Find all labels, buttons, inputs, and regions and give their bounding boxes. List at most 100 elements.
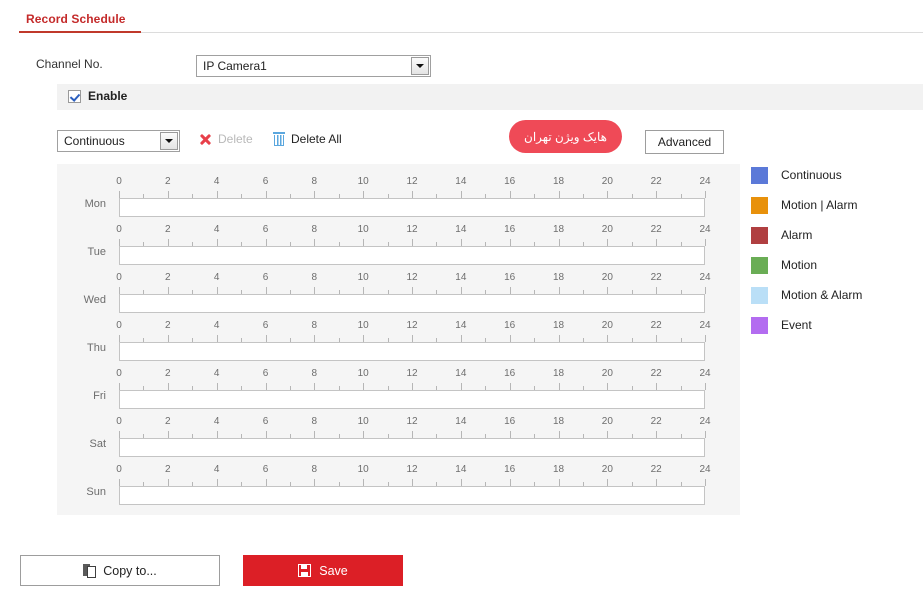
schedule-timeline-sun[interactable] (119, 486, 705, 505)
axis-tick (607, 287, 609, 294)
axis-tick (656, 239, 658, 246)
axis-tick-label: 8 (311, 368, 318, 379)
axis-tick-label: 0 (116, 416, 122, 427)
axis-tick (607, 431, 609, 438)
axis-tick (509, 335, 511, 342)
delete-all-button[interactable]: Delete All (273, 132, 342, 146)
schedule-timeline-sat[interactable] (119, 438, 705, 457)
schedule-timeline-wed[interactable] (119, 294, 705, 313)
legend-item: Motion | Alarm (751, 190, 916, 220)
axis-tick-label: 10 (357, 464, 369, 475)
axis-tick (558, 239, 560, 246)
axis-tick (460, 287, 462, 294)
axis-tick (167, 287, 169, 294)
axis-tick-label: 20 (601, 416, 613, 427)
legend: Continuous Motion | Alarm Alarm Motion Motio… (751, 160, 916, 340)
axis-tick (509, 239, 511, 246)
axis-tick (363, 335, 365, 342)
schedule-timeline-thu[interactable] (119, 342, 705, 361)
axis-tick-label: 16 (504, 176, 516, 187)
legend-item: Alarm (751, 220, 916, 250)
schedule-toolbar: Continuous Delete Delete All (0, 128, 923, 158)
tab-record-schedule[interactable]: Record Schedule (26, 12, 126, 26)
axis-tick-label: 18 (552, 368, 565, 379)
axis-tick (119, 383, 120, 390)
axis-tick (216, 479, 218, 486)
axis-tick (314, 239, 316, 246)
axis-tick (363, 431, 365, 438)
axis-tick (412, 431, 413, 438)
axis-tick-label: 18 (552, 416, 565, 427)
axis-tick (705, 335, 706, 342)
save-button[interactable]: Save (243, 555, 403, 586)
enable-label: Enable (88, 89, 128, 103)
enable-checkbox[interactable] (68, 89, 81, 103)
axis-tick-label: 14 (455, 272, 467, 283)
axis-tick (363, 239, 365, 246)
hour-axis: 0 2 4 6 8 10 12 14 16 18 20 22 24 (116, 416, 711, 438)
schedule-day-row: Thu 0 2 4 6 8 10 12 14 16 18 20 22 24 (57, 314, 740, 362)
trash-icon (273, 132, 285, 146)
hour-axis: 0 2 4 6 8 10 12 14 16 18 20 22 24 (116, 176, 711, 198)
enable-checkbox-group[interactable]: Enable (68, 89, 127, 103)
legend-color-swatch (751, 256, 768, 274)
axis-tick-label: 6 (262, 464, 269, 475)
axis-tick (509, 287, 511, 294)
axis-tick-label: 16 (504, 464, 516, 475)
hour-axis: 0 2 4 6 8 10 12 14 16 18 20 22 24 (116, 224, 711, 246)
axis-tick-label: 24 (699, 224, 711, 235)
axis-tick-label: 22 (650, 464, 662, 475)
advanced-button[interactable]: Advanced (645, 130, 724, 154)
axis-tick-label: 6 (262, 368, 269, 379)
channel-select[interactable]: IP Camera1 (196, 55, 431, 77)
delete-button[interactable]: Delete (199, 132, 253, 146)
axis-tick-label: 18 (552, 320, 565, 331)
schedule-timeline-mon[interactable] (119, 198, 705, 217)
axis-tick-label: 2 (165, 224, 171, 235)
axis-tick-label: 18 (552, 176, 565, 187)
axis-tick (314, 431, 316, 438)
axis-tick-label: 0 (116, 464, 122, 475)
axis-tick (412, 287, 413, 294)
axis-tick-label: 16 (504, 320, 516, 331)
tab-active-underline (19, 31, 141, 33)
legend-color-swatch (751, 196, 768, 214)
schedule-timeline-tue[interactable] (119, 246, 705, 265)
floppy-disk-icon (298, 564, 312, 577)
axis-tick-label: 8 (311, 224, 318, 235)
axis-tick-label: 20 (601, 464, 613, 475)
axis-tick-label: 16 (504, 416, 516, 427)
chevron-down-icon[interactable] (160, 132, 178, 150)
copy-to-button[interactable]: Copy to... (20, 555, 220, 586)
axis-tick-label: 14 (455, 176, 467, 187)
axis-tick (363, 191, 365, 198)
record-type-select[interactable]: Continuous (57, 130, 180, 152)
axis-tick-label: 22 (650, 176, 662, 187)
axis-tick-label: 4 (213, 176, 220, 187)
axis-tick (705, 239, 706, 246)
copy-to-button-label: Copy to... (103, 563, 157, 578)
axis-tick (558, 335, 560, 342)
axis-tick-label: 12 (406, 272, 418, 283)
axis-tick (460, 335, 462, 342)
axis-tick (314, 479, 316, 486)
axis-tick (460, 431, 462, 438)
axis-tick-label: 12 (406, 416, 418, 427)
axis-tick (412, 191, 413, 198)
axis-tick (656, 383, 658, 390)
legend-color-swatch (751, 166, 768, 184)
axis-tick-label: 22 (650, 224, 662, 235)
axis-tick-label: 4 (213, 320, 220, 331)
day-label: Sun (86, 486, 106, 498)
axis-tick-label: 18 (552, 464, 565, 475)
axis-tick-label: 8 (311, 464, 318, 475)
axis-tick-label: 0 (116, 224, 122, 235)
axis-tick-label: 24 (699, 416, 711, 427)
axis-tick (509, 191, 511, 198)
axis-tick (216, 335, 218, 342)
legend-color-swatch (751, 286, 768, 304)
schedule-timeline-fri[interactable] (119, 390, 705, 409)
axis-tick-label: 4 (213, 464, 220, 475)
chevron-down-icon[interactable] (411, 57, 429, 75)
delete-all-button-label: Delete All (291, 132, 342, 146)
